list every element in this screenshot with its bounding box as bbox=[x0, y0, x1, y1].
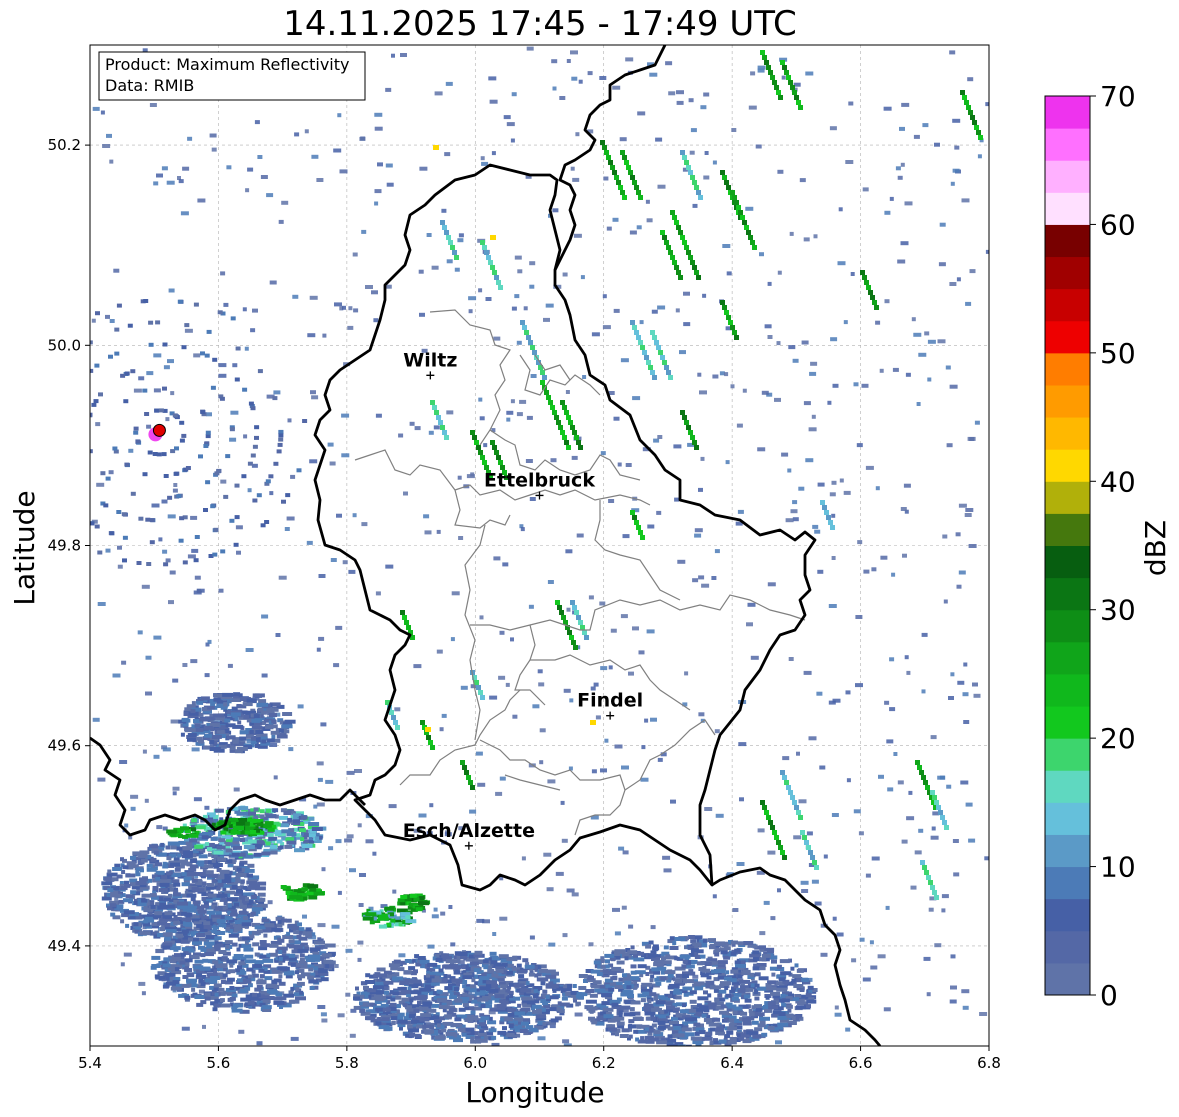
info-product: Product: Maximum Reflectivity bbox=[105, 55, 349, 74]
colorbar-label: dBZ bbox=[1139, 520, 1172, 576]
colorbar-segment bbox=[1045, 513, 1090, 546]
colorbar-segment bbox=[1045, 609, 1090, 643]
info-data-source: Data: RMIB bbox=[105, 76, 194, 95]
colorbar-segment bbox=[1045, 449, 1090, 482]
x-axis-ticks: 5.4 5.6 5.8 6.0 6.2 6.4 6.6 6.8 bbox=[78, 1046, 1001, 1072]
y-axis-label: Latitude bbox=[8, 490, 41, 605]
x-tick-label: 6.6 bbox=[849, 1054, 873, 1072]
colorbar-segment bbox=[1045, 641, 1090, 675]
y-tick-label: 50.2 bbox=[48, 136, 81, 154]
y-tick-label: 49.8 bbox=[48, 537, 81, 555]
colorbar-segment bbox=[1045, 738, 1090, 771]
colorbar-segment bbox=[1045, 288, 1090, 322]
colorbar-tick-label: 0 bbox=[1100, 979, 1118, 1012]
city-label: Esch/Alzette bbox=[403, 820, 535, 842]
colorbar-segment bbox=[1045, 898, 1090, 932]
colorbar-segment bbox=[1045, 128, 1090, 161]
city-label: Findel bbox=[577, 690, 643, 712]
colorbar-segment bbox=[1045, 96, 1090, 129]
y-tick-label: 50.0 bbox=[48, 336, 81, 354]
x-tick-label: 6.4 bbox=[720, 1054, 744, 1072]
colorbar-segment bbox=[1045, 192, 1090, 225]
colorbar-tick-label: 60 bbox=[1100, 208, 1136, 241]
x-tick-label: 6.2 bbox=[592, 1054, 616, 1072]
colorbar-segment bbox=[1045, 384, 1090, 418]
x-tick-label: 6.8 bbox=[977, 1054, 1001, 1072]
colorbar-segment bbox=[1045, 481, 1090, 514]
colorbar-tick-label: 20 bbox=[1100, 722, 1136, 755]
x-tick-label: 6.0 bbox=[463, 1054, 487, 1072]
colorbar-tick-label: 10 bbox=[1100, 851, 1136, 884]
colorbar-segment bbox=[1045, 866, 1090, 900]
colorbar-segment bbox=[1045, 770, 1090, 803]
colorbar-segment bbox=[1045, 417, 1090, 450]
info-box: Product: Maximum Reflectivity Data: RMIB bbox=[98, 51, 366, 101]
colorbar-tick-label: 50 bbox=[1100, 337, 1136, 370]
colorbar-segment bbox=[1045, 577, 1090, 611]
colorbar-segment bbox=[1045, 962, 1090, 996]
y-tick-label: 49.4 bbox=[48, 937, 81, 955]
y-tick-label: 49.6 bbox=[48, 737, 81, 755]
radar-map-figure: Wiltz Ettelbruck Findel Esch/Alzette Produc… bbox=[8, 44, 1172, 1109]
colorbar-segment bbox=[1045, 160, 1090, 193]
city-label: Ettelbruck bbox=[484, 469, 595, 491]
radar-site-dot bbox=[152, 423, 166, 437]
colorbar-segment bbox=[1045, 224, 1090, 258]
colorbar-segment bbox=[1045, 834, 1090, 868]
colorbar-segment bbox=[1045, 320, 1090, 354]
colorbar: 0 10 20 30 40 50 60 70 bbox=[1044, 80, 1136, 1012]
colorbar-segment bbox=[1045, 256, 1090, 290]
x-tick-label: 5.8 bbox=[335, 1054, 359, 1072]
x-tick-label: 5.4 bbox=[78, 1054, 102, 1072]
colorbar-segment bbox=[1045, 673, 1090, 707]
colorbar-tick-label: 40 bbox=[1100, 465, 1136, 498]
colorbar-segment bbox=[1045, 352, 1090, 386]
colorbar-segment bbox=[1045, 545, 1090, 579]
colorbar-tick-label: 30 bbox=[1100, 594, 1136, 627]
city-label: Wiltz bbox=[403, 349, 457, 371]
colorbar-segment bbox=[1045, 706, 1090, 739]
x-tick-label: 5.6 bbox=[206, 1054, 230, 1072]
y-axis-ticks: 49.4 49.6 49.8 50.0 50.2 bbox=[48, 136, 90, 955]
colorbar-segment bbox=[1045, 802, 1090, 835]
colorbar-segment bbox=[1045, 930, 1090, 964]
x-axis-label: Longitude bbox=[465, 1076, 604, 1109]
colorbar-tick-label: 70 bbox=[1100, 80, 1136, 113]
